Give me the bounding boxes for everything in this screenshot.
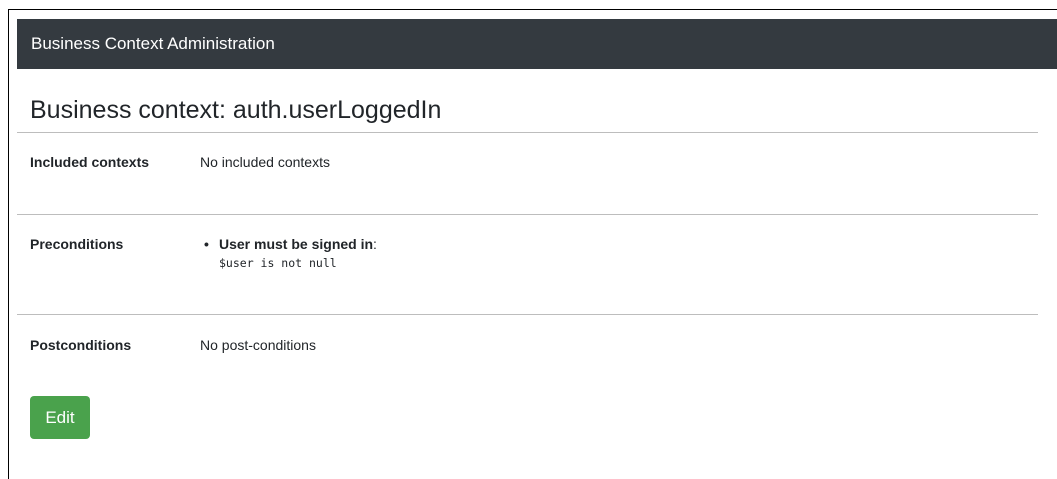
precondition-expression: $user is not null (219, 256, 337, 270)
included-contexts-label: Included contexts (30, 154, 150, 170)
divider-included (17, 214, 1038, 215)
edit-button[interactable]: Edit (30, 396, 90, 439)
divider-title (17, 132, 1038, 133)
preconditions-label: Preconditions (30, 236, 124, 252)
included-contexts-value: No included contexts (200, 154, 330, 170)
navbar-brand-link[interactable]: Business Context Administration (31, 34, 275, 54)
preconditions-list: User must be signed in: $user is not nul… (204, 236, 377, 270)
page-frame (8, 9, 1057, 479)
postconditions-value: No post-conditions (200, 337, 316, 353)
postconditions-label: Postconditions (30, 337, 132, 353)
top-navbar: Business Context Administration (17, 19, 1057, 69)
precondition-separator: : (373, 236, 377, 252)
divider-preconditions (17, 314, 1038, 315)
precondition-name: User must be signed in (219, 236, 374, 252)
precondition-item: User must be signed in: $user is not nul… (204, 236, 377, 270)
page-title: Business context: auth.userLoggedIn (30, 96, 442, 124)
